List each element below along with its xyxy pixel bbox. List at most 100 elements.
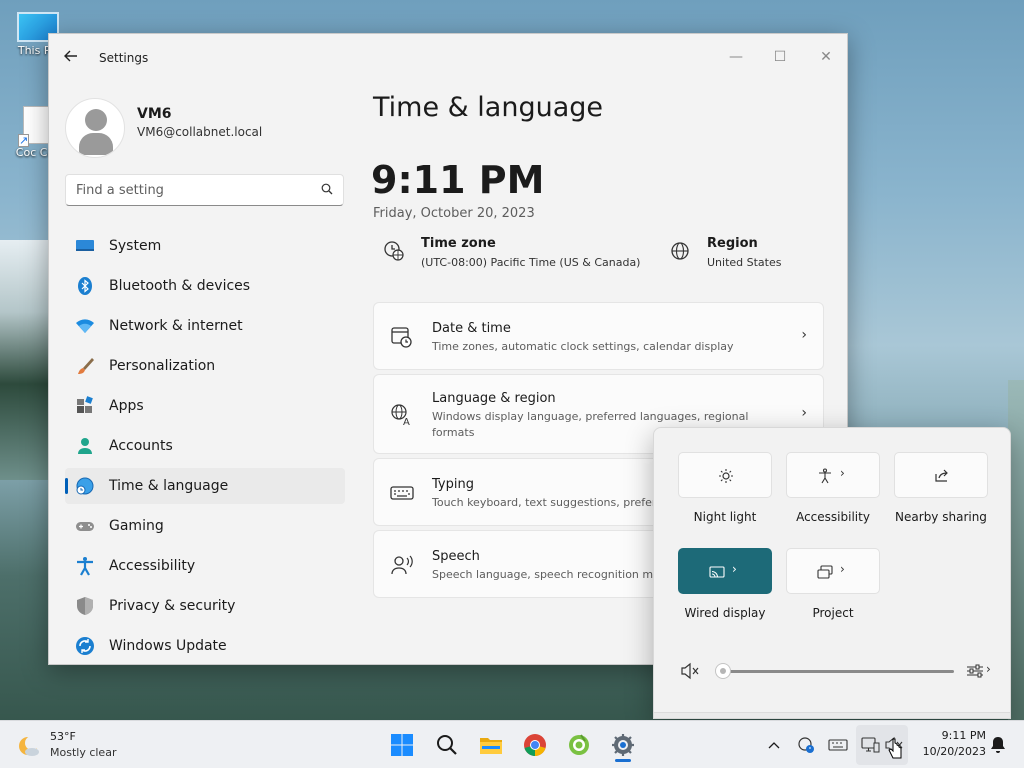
close-button[interactable]: ✕ bbox=[803, 42, 847, 72]
sidebar-item-label: Accounts bbox=[109, 438, 173, 454]
coc-coc-button[interactable] bbox=[563, 729, 595, 761]
calendar-clock-icon bbox=[391, 327, 412, 348]
keyboard-icon[interactable] bbox=[828, 735, 848, 755]
wired-display-label: Wired display bbox=[684, 606, 766, 620]
search-input[interactable]: Find a setting bbox=[65, 174, 344, 206]
monitor-icon bbox=[76, 240, 94, 251]
chevron-right-icon: › bbox=[801, 327, 807, 343]
mouse-cursor-icon bbox=[888, 738, 902, 759]
region-value: United States bbox=[707, 256, 782, 269]
project-label: Project bbox=[812, 606, 854, 620]
title-bar: Settings — ☐ ✕ bbox=[49, 34, 847, 82]
avatar bbox=[65, 98, 125, 158]
start-button[interactable] bbox=[386, 729, 418, 761]
card-date-time[interactable]: Date & time Time zones, automatic clock … bbox=[373, 302, 824, 370]
moon-cloud-icon bbox=[19, 736, 39, 756]
sidebar-item-gaming[interactable]: Gaming bbox=[65, 508, 345, 544]
arrow-left-icon bbox=[64, 50, 77, 62]
nearby-sharing-label: Nearby sharing bbox=[895, 510, 987, 524]
chevron-right-icon: › bbox=[801, 405, 807, 421]
sidebar-nav: System Bluetooth & devices Network & int… bbox=[65, 228, 345, 664]
file-explorer-button[interactable] bbox=[475, 729, 507, 761]
coc-coc-icon bbox=[569, 734, 589, 755]
taskbar-clock[interactable]: 9:11 PM 10/20/2023 bbox=[912, 729, 986, 758]
region-info: Region United States bbox=[669, 234, 809, 274]
keyboard-icon bbox=[390, 486, 414, 500]
share-icon bbox=[935, 469, 948, 482]
card-title: Typing bbox=[432, 477, 474, 492]
sidebar-item-time-language[interactable]: Time & language bbox=[65, 468, 345, 504]
back-button[interactable] bbox=[63, 48, 83, 68]
wired-display-toggle[interactable]: › bbox=[678, 548, 772, 594]
night-light-toggle[interactable] bbox=[678, 452, 772, 498]
project-toggle[interactable]: › bbox=[786, 548, 880, 594]
volume-muted-icon[interactable] bbox=[680, 662, 700, 680]
nearby-sharing-toggle[interactable] bbox=[894, 452, 988, 498]
sidebar-item-label: Network & internet bbox=[109, 318, 243, 334]
chevron-right-icon[interactable]: › bbox=[986, 662, 991, 676]
chevron-up-icon[interactable] bbox=[764, 735, 784, 755]
sidebar-item-system[interactable]: System bbox=[65, 228, 345, 264]
card-title: Date & time bbox=[432, 321, 511, 336]
globe-icon bbox=[671, 242, 689, 260]
update-icon bbox=[76, 637, 94, 655]
sidebar-item-privacy[interactable]: Privacy & security bbox=[65, 588, 345, 624]
sidebar-item-label: Windows Update bbox=[109, 638, 227, 654]
sidebar-item-label: Apps bbox=[109, 398, 144, 414]
windows-logo-icon bbox=[391, 734, 413, 756]
card-desc: Time zones, automatic clock settings, ca… bbox=[432, 340, 734, 353]
sidebar-item-accounts[interactable]: Accounts bbox=[65, 428, 345, 464]
brush-icon bbox=[78, 358, 94, 374]
wifi-icon bbox=[76, 319, 94, 333]
network-wired-icon[interactable] bbox=[860, 735, 880, 755]
minimize-button[interactable]: — bbox=[713, 42, 759, 72]
globe-clock-icon bbox=[76, 477, 94, 495]
sidebar-item-bluetooth[interactable]: Bluetooth & devices bbox=[65, 268, 345, 304]
user-email: VM6@collabnet.local bbox=[137, 125, 263, 139]
maximize-button[interactable]: ☐ bbox=[757, 42, 803, 72]
shield-icon bbox=[77, 597, 93, 615]
chrome-button[interactable] bbox=[519, 729, 551, 761]
page-title: Time & language bbox=[373, 92, 604, 123]
sidebar-item-windows-update[interactable]: Windows Update bbox=[65, 628, 345, 664]
settings-taskbar-button[interactable] bbox=[607, 729, 639, 762]
chevron-right-icon[interactable]: › bbox=[732, 562, 737, 576]
taskbar-search-button[interactable] bbox=[431, 729, 463, 761]
sidebar-item-accessibility[interactable]: Accessibility bbox=[65, 548, 345, 584]
apps-icon bbox=[77, 396, 93, 413]
night-light-label: Night light bbox=[693, 510, 757, 524]
folder-icon bbox=[480, 738, 502, 754]
sidebar-item-personalization[interactable]: Personalization bbox=[65, 348, 345, 384]
language-icon: A bbox=[391, 404, 410, 427]
quick-settings-flyout: Night light › Accessibility Nearby shari… bbox=[653, 427, 1011, 719]
region-title: Region bbox=[707, 236, 758, 251]
running-indicator bbox=[615, 759, 631, 762]
search-placeholder: Find a setting bbox=[76, 183, 164, 198]
sidebar-item-label: Personalization bbox=[109, 358, 216, 374]
svg-text:A: A bbox=[403, 417, 410, 427]
sidebar-item-label: Gaming bbox=[109, 518, 164, 534]
volume-slider-track[interactable] bbox=[722, 670, 954, 673]
timezone-title: Time zone bbox=[421, 236, 496, 251]
sidebar-item-apps[interactable]: Apps bbox=[65, 388, 345, 424]
clock-date: 10/20/2023 bbox=[922, 745, 986, 758]
gear-icon bbox=[612, 734, 634, 756]
window-title: Settings bbox=[99, 51, 149, 65]
bluetooth-icon bbox=[78, 277, 92, 295]
user-name: VM6 bbox=[137, 106, 172, 122]
weather-widget[interactable]: 53°F Mostly clear bbox=[16, 729, 136, 761]
sidebar-item-label: Accessibility bbox=[109, 558, 196, 574]
onedrive-icon[interactable] bbox=[796, 735, 816, 755]
audio-mixer-icon[interactable] bbox=[966, 663, 984, 679]
flyout-footer bbox=[654, 712, 1010, 718]
sidebar-item-network[interactable]: Network & internet bbox=[65, 308, 345, 344]
accessibility-toggle[interactable]: › bbox=[786, 452, 880, 498]
notification-bell-icon[interactable] bbox=[988, 735, 1008, 755]
card-title: Speech bbox=[432, 549, 480, 564]
chrome-icon bbox=[524, 734, 546, 756]
volume-slider-thumb[interactable] bbox=[715, 663, 731, 679]
user-profile[interactable]: VM6 VM6@collabnet.local bbox=[65, 98, 345, 158]
chevron-right-icon[interactable]: › bbox=[840, 562, 845, 576]
chevron-right-icon[interactable]: › bbox=[840, 466, 845, 480]
cast-icon bbox=[709, 566, 725, 578]
